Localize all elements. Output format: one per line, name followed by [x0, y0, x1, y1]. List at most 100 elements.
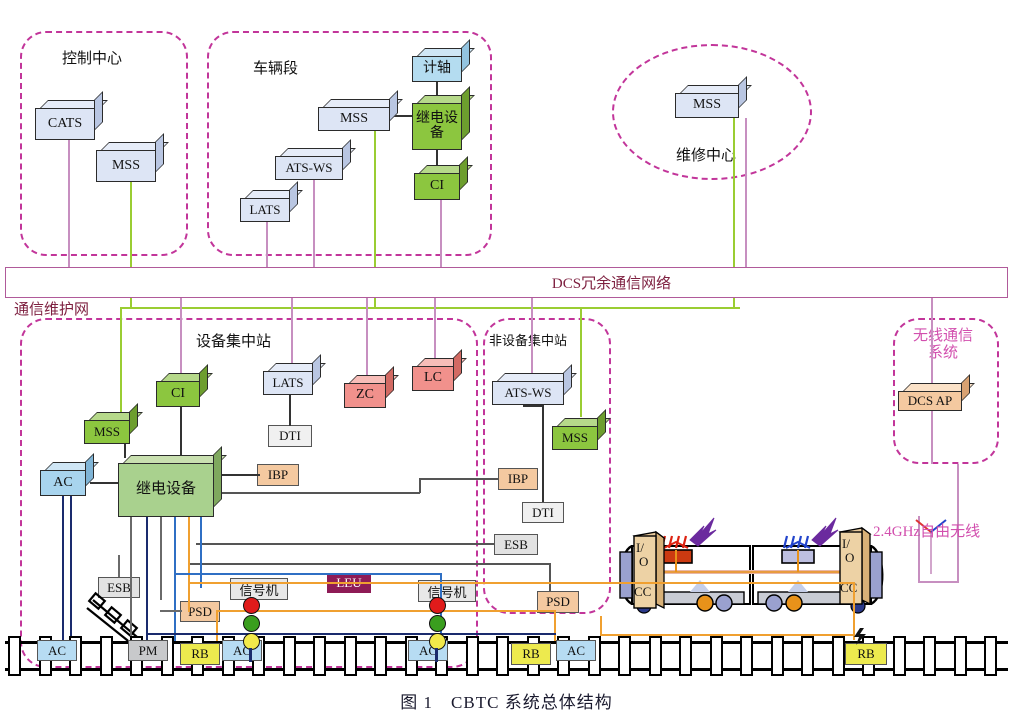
trackside-pm[interactable]: PM: [128, 640, 168, 661]
signal-mast-2: [435, 648, 438, 662]
node-noneq-ibp-label: IBP: [507, 471, 529, 486]
node-depot-atsws[interactable]: ATS-WS: [275, 139, 356, 180]
node-eq-lats-label: LATS: [263, 371, 313, 395]
sleeper: [679, 636, 692, 676]
node-eq-dti[interactable]: DTI: [268, 425, 312, 447]
node-eq-ci[interactable]: CI: [156, 364, 213, 407]
wire-relay-to-ibp2: [218, 492, 420, 494]
field-wire-3: [160, 516, 162, 600]
node-noneq-dti-label: DTI: [532, 504, 554, 520]
node-eq-psd[interactable]: PSD: [180, 601, 220, 622]
sleeper: [282, 636, 296, 676]
node-depot-mss[interactable]: MSS: [318, 90, 403, 131]
dcs-line-dcs-ap-down: [931, 410, 933, 464]
sleeper: [984, 636, 997, 676]
psd-wire-h: [160, 610, 182, 612]
signal-head-2[interactable]: [429, 597, 446, 662]
connector-eq-mss-down: [124, 442, 126, 458]
node-noneq-atsws[interactable]: ATS-WS: [492, 364, 577, 405]
field-wire-6: [200, 516, 203, 588]
node-eq-ibp[interactable]: IBP: [257, 464, 299, 486]
loop-orange-lower-left: [216, 610, 219, 642]
node-eq-lc[interactable]: LC: [412, 349, 467, 391]
node-cats-label: CATS: [35, 108, 95, 140]
node-noneq-dti[interactable]: DTI: [522, 502, 564, 523]
field-wire-4: [174, 516, 177, 642]
esb-wire: [118, 555, 120, 577]
node-noneq-esb-label: ESB: [504, 536, 528, 552]
node-depot-mss-label: MSS: [318, 107, 390, 131]
sleeper: [709, 636, 723, 676]
node-maintenance-mss[interactable]: MSS: [675, 76, 752, 118]
node-noneq-mss[interactable]: MSS: [552, 409, 611, 450]
sleeper: [892, 636, 906, 676]
loop-orange-train-left: [600, 616, 603, 636]
region-label-wireless-system: 无线通信 系统: [913, 328, 973, 363]
trackside-ac-4-label: AC: [566, 642, 586, 658]
maintenance-branch-eqstation: [120, 307, 122, 417]
sleeper: [770, 636, 784, 676]
dcs-network-bar-label: DCS冗余通信网络: [551, 276, 672, 292]
node-dcs-ap[interactable]: DCS AP: [898, 374, 975, 411]
trackside-rb-2-label: RB: [522, 646, 540, 661]
node-eq-lats[interactable]: LATS: [263, 354, 326, 395]
dcs-line-eq-ci: [180, 298, 182, 376]
node-cats[interactable]: CATS: [35, 91, 108, 140]
node-eq-lc-label: LC: [412, 366, 454, 391]
maintenance-branch-noneq: [580, 307, 582, 417]
node-noneq-ibp[interactable]: IBP: [498, 468, 538, 490]
node-noneq-esb[interactable]: ESB: [494, 534, 538, 555]
node-depot-relay-equipment[interactable]: 继电设备: [412, 86, 475, 150]
node-depot-axle-counter[interactable]: 计轴: [412, 39, 475, 82]
signal-head-1[interactable]: [243, 597, 260, 662]
node-eq-ac[interactable]: AC: [40, 453, 99, 496]
dcs-line-depot-lats: [266, 222, 268, 267]
sleeper: [99, 636, 113, 676]
node-eq-relay-equipment[interactable]: 继电设备: [118, 446, 227, 517]
field-wire-5: [188, 516, 191, 612]
node-eq-zc-label: ZC: [344, 383, 386, 408]
trackside-pm-label: PM: [138, 642, 158, 658]
signal-lamp-green-1: [243, 615, 260, 632]
node-eq-ac-label: AC: [40, 470, 86, 496]
wire-ibp2-h: [419, 478, 501, 480]
node-eq-mss[interactable]: MSS: [84, 403, 143, 444]
wire-relay-to-psd2: [188, 563, 550, 565]
train-car2-io2-label: O: [845, 550, 855, 565]
trackside-ac-4[interactable]: AC: [556, 640, 596, 661]
sleeper: [831, 636, 845, 676]
node-depot-ci[interactable]: CI: [414, 156, 473, 200]
signal-mast-1: [249, 648, 252, 662]
field-wire-2: [146, 516, 149, 642]
node-eq-psd-label: PSD: [188, 603, 212, 619]
trackside-rb-1[interactable]: RB: [180, 643, 220, 665]
train-car1-cc-label: CC: [634, 584, 652, 599]
trackside-ac-1-label: AC: [47, 642, 67, 658]
node-control-mss-label: MSS: [96, 150, 156, 182]
region-label-vehicle-depot: 车辆段: [253, 61, 299, 77]
node-depot-axle-counter-label: 计轴: [412, 56, 462, 82]
node-eq-relay-equipment-label: 继电设备: [118, 463, 214, 517]
node-control-mss[interactable]: MSS: [96, 133, 169, 182]
train-graphic: [619, 517, 884, 614]
sleeper: [740, 636, 753, 676]
node-noneq-psd-label: PSD: [546, 594, 570, 609]
train-car1-io2-label: O: [639, 554, 649, 569]
trackside-rb-2[interactable]: RB: [511, 643, 551, 665]
trackside-ac-1[interactable]: AC: [37, 640, 77, 661]
balise-spark-icon: [854, 628, 866, 645]
dcs-line-eq-lc: [434, 298, 436, 360]
region-non-equipment-station: [483, 318, 611, 614]
figure-caption: 图 1 CBTC 系统总体结构: [400, 693, 613, 712]
node-eq-ci-label: CI: [156, 381, 200, 407]
trackside-rb-3[interactable]: RB: [845, 643, 887, 665]
dcs-network-bar: DCS冗余通信网络: [5, 267, 1008, 298]
ac-power-wire-a: [62, 494, 65, 642]
region-label-equipment-station: 设备集中站: [196, 334, 272, 350]
node-eq-zc[interactable]: ZC: [344, 366, 399, 408]
maintenance-net-spine: [120, 307, 740, 309]
node-noneq-mss-label: MSS: [552, 426, 598, 450]
node-maintenance-mss-label: MSS: [675, 93, 739, 118]
node-depot-lats[interactable]: LATS: [240, 181, 303, 222]
loop-orange-lower: [216, 610, 556, 613]
